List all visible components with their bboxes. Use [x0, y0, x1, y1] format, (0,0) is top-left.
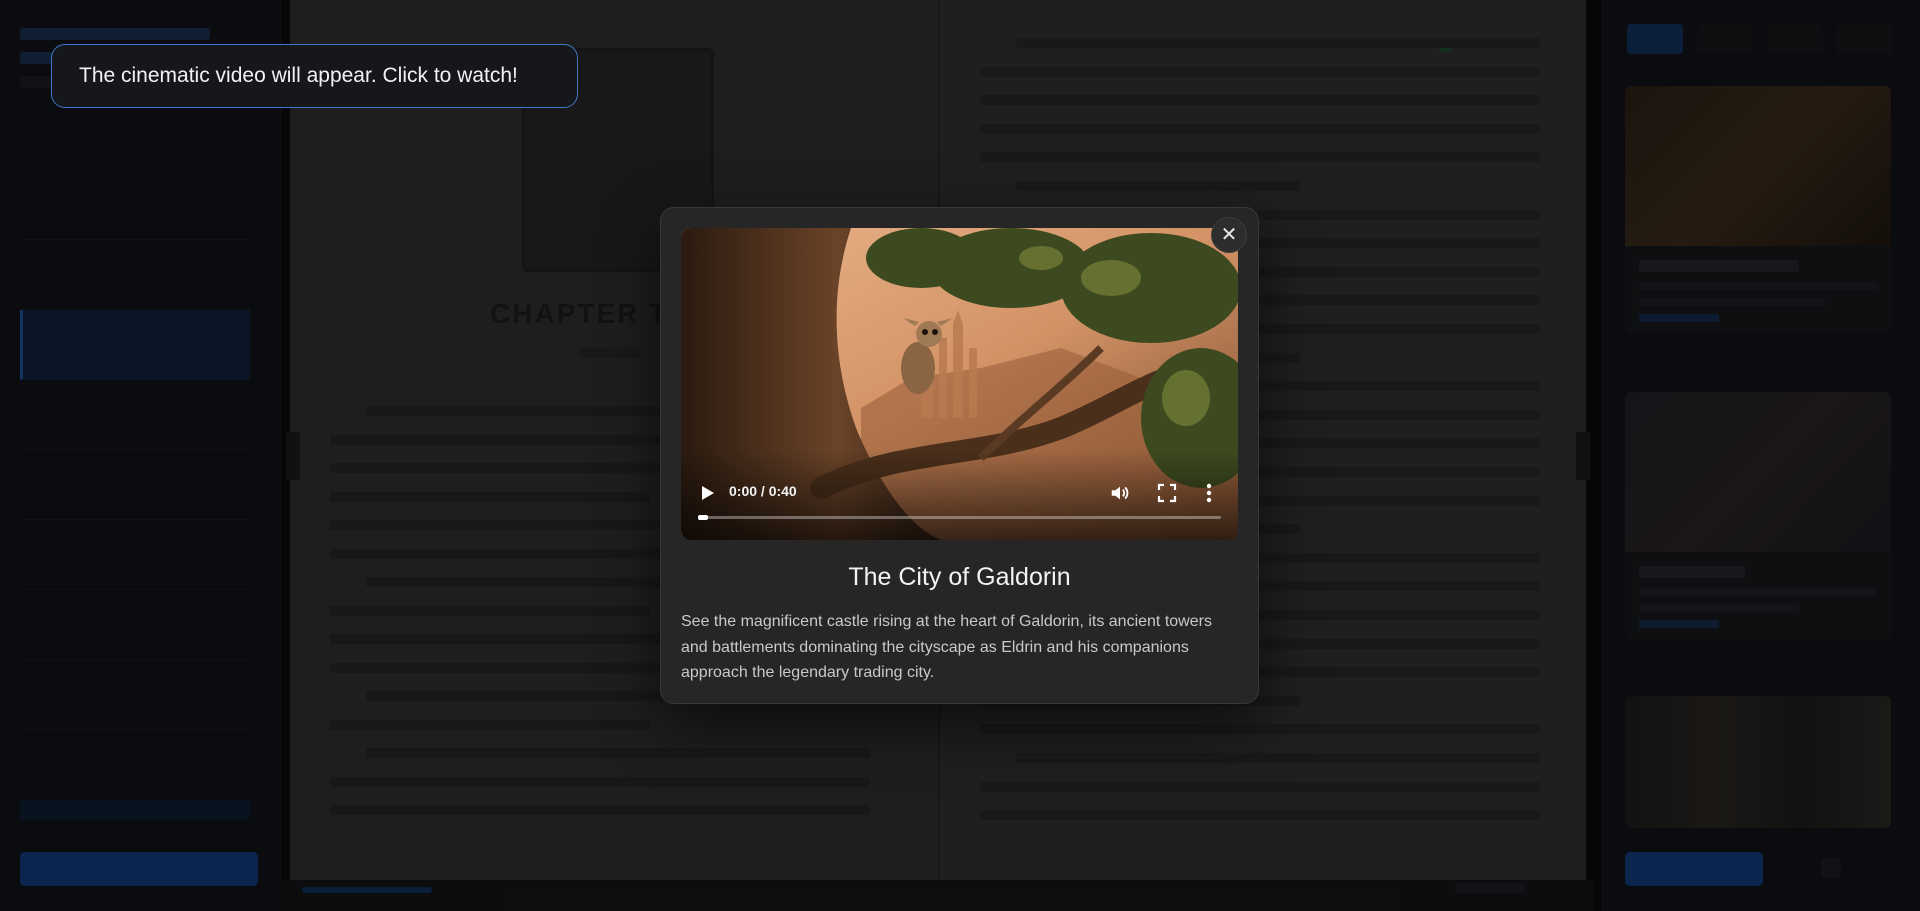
- play-icon[interactable]: [698, 484, 716, 502]
- video-title: The City of Galdorin: [848, 563, 1071, 591]
- hint-tooltip: The cinematic video will appear. Click t…: [51, 44, 578, 108]
- close-modal-button[interactable]: ✕: [1211, 217, 1247, 253]
- volume-icon[interactable]: [1109, 482, 1131, 504]
- video-time-display: 0:00 / 0:40: [729, 483, 797, 499]
- fullscreen-icon[interactable]: [1157, 483, 1177, 503]
- hint-tooltip-text: The cinematic video will appear. Click t…: [79, 64, 518, 87]
- video-description: See the magnificent castle rising at the…: [681, 613, 1212, 681]
- more-options-icon[interactable]: [1199, 482, 1219, 504]
- video-seek-bar[interactable]: [698, 515, 1221, 520]
- video-player[interactable]: 0:00 / 0:40: [681, 228, 1238, 540]
- video-seek-progress: [698, 515, 708, 520]
